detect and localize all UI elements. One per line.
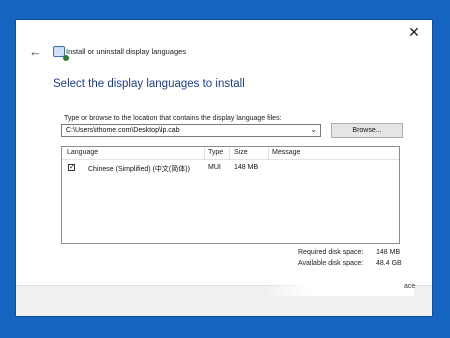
- language-install-icon: [53, 46, 69, 61]
- checkbox-checked-icon[interactable]: ✓: [68, 164, 75, 171]
- column-divider[interactable]: [229, 147, 230, 159]
- chevron-down-icon[interactable]: ⌄: [310, 125, 317, 134]
- path-combobox[interactable]: C:\Users\ithome.com\Desktop\lp.cab ⌄: [61, 124, 321, 137]
- column-divider[interactable]: [268, 147, 269, 159]
- available-disk-label: Available disk space:: [298, 260, 364, 267]
- path-input[interactable]: C:\Users\ithome.com\Desktop\lp.cab: [66, 127, 180, 134]
- column-divider[interactable]: [204, 147, 205, 159]
- browse-button[interactable]: Browse...: [331, 123, 403, 138]
- back-arrow-icon[interactable]: ←: [29, 44, 42, 59]
- row-size: 148 MB: [234, 164, 259, 171]
- row-language: Chinese (Simplified) (中文(简体)): [88, 166, 190, 173]
- available-disk-value: 48.4 GB: [376, 260, 402, 267]
- footer-button-fragment[interactable]: ace: [404, 283, 415, 290]
- path-label: Type or browse to the location that cont…: [64, 115, 282, 122]
- required-disk-value: 148 MB: [376, 249, 401, 256]
- row-type: MUI: [208, 164, 221, 171]
- column-message[interactable]: Message: [272, 149, 300, 156]
- list-header: Language Type Size Message: [62, 147, 399, 160]
- language-list: Language Type Size Message ✓ Chinese (Si…: [61, 146, 400, 244]
- page-heading: Select the display languages to install: [53, 78, 245, 90]
- required-disk-label: Required disk space:: [298, 249, 364, 256]
- column-type[interactable]: Type: [208, 149, 223, 156]
- close-icon[interactable]: ✕: [406, 24, 422, 40]
- window-title: Install or uninstall display languages: [66, 47, 187, 56]
- watermark-overlay: [264, 268, 414, 296]
- column-language[interactable]: Language: [67, 149, 98, 156]
- column-size[interactable]: Size: [234, 149, 248, 156]
